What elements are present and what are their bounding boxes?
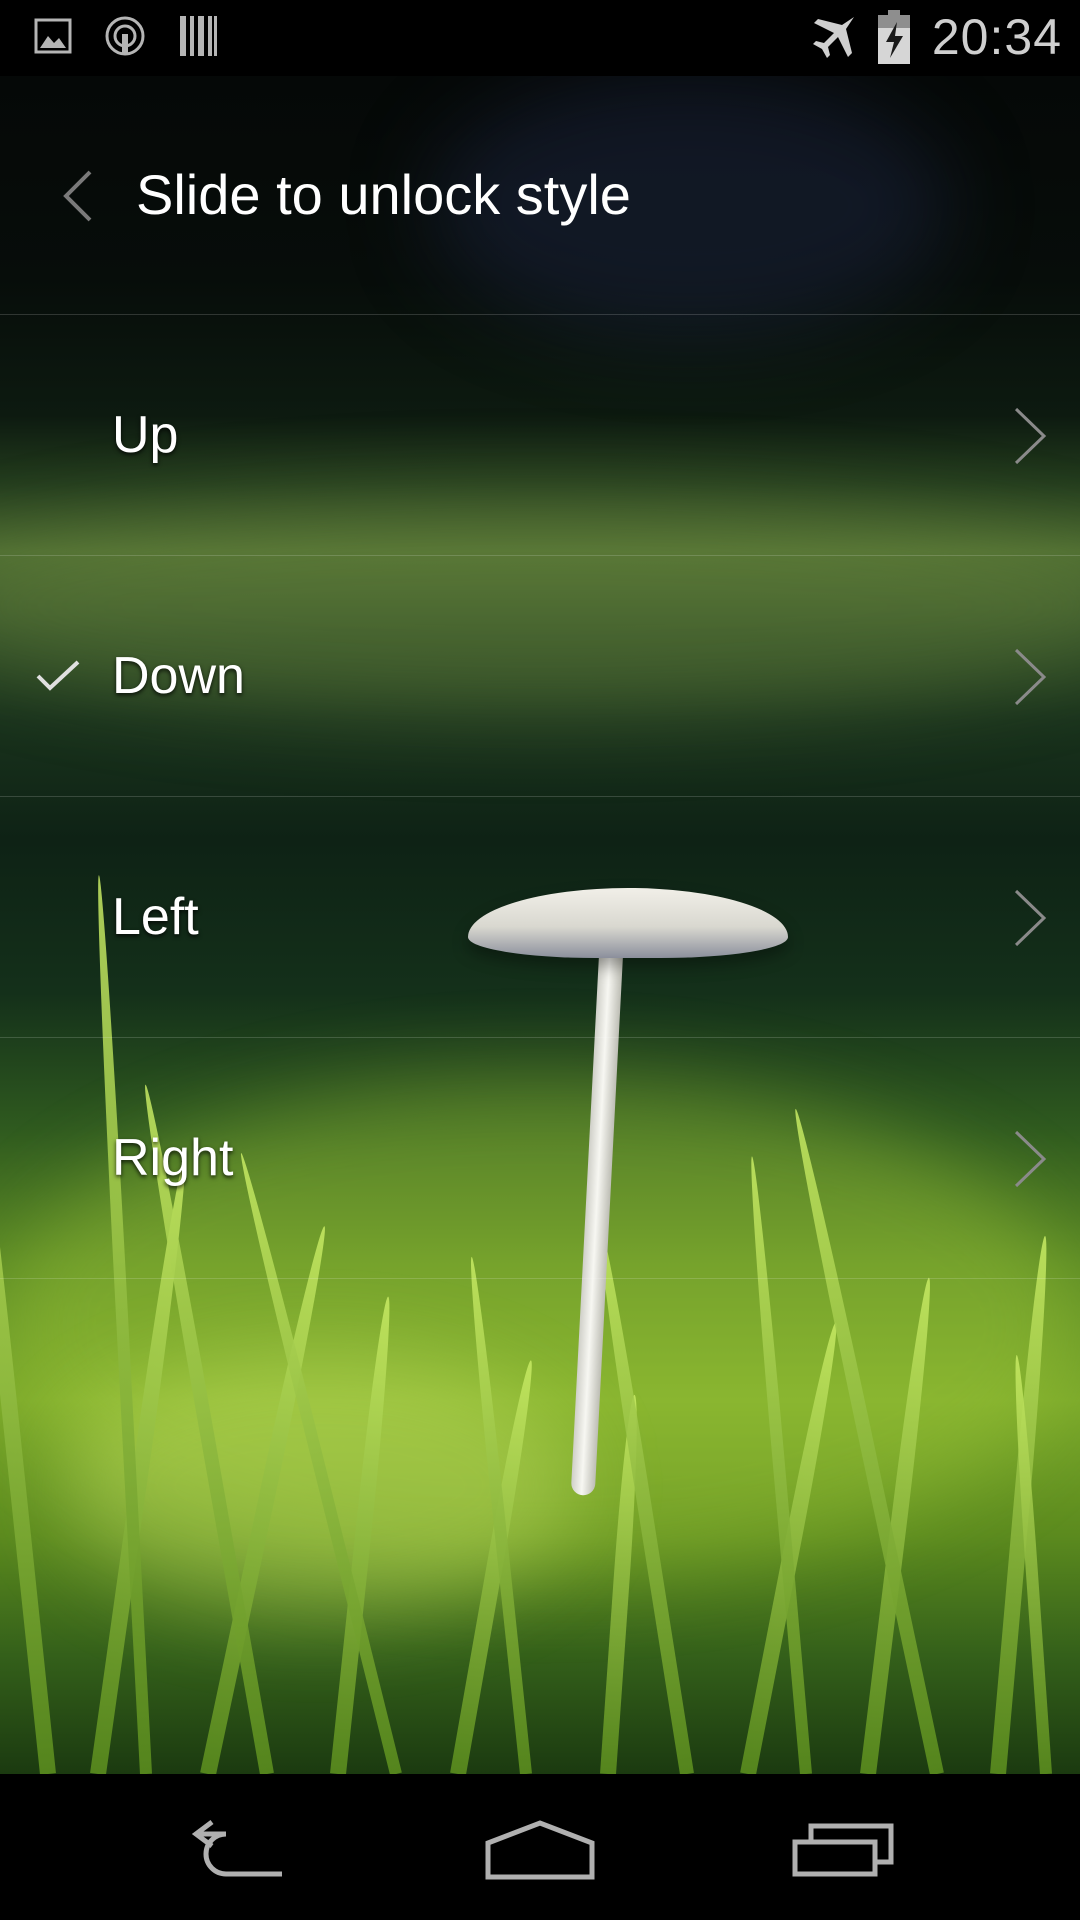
list-item-label: Right bbox=[112, 1129, 234, 1187]
battery-charging-icon bbox=[877, 10, 910, 64]
chevron-right-icon bbox=[1010, 646, 1050, 708]
gallery-icon bbox=[34, 17, 72, 55]
navigation-bar bbox=[0, 1774, 1080, 1920]
checkmark-icon bbox=[34, 656, 82, 696]
list-item-label: Down bbox=[112, 647, 245, 705]
recents-icon[interactable] bbox=[778, 1810, 908, 1890]
chevron-right-icon bbox=[1010, 887, 1050, 949]
up-navigation-back-icon[interactable] bbox=[60, 168, 96, 224]
chevron-right-icon bbox=[1010, 1128, 1050, 1190]
system-icons: 20:34 bbox=[808, 8, 1062, 66]
notification-icons bbox=[34, 14, 218, 58]
list-item-label: Up bbox=[112, 406, 179, 464]
unlock-style-list: Up Down Left Right bbox=[0, 314, 1080, 1279]
barcode-icon bbox=[178, 14, 218, 58]
status-bar: 20:34 bbox=[0, 0, 1080, 76]
list-item-right[interactable]: Right bbox=[0, 1037, 1080, 1279]
chevron-right-icon bbox=[1010, 405, 1050, 467]
clock-time: 20:34 bbox=[931, 9, 1062, 65]
list-item-left[interactable]: Left bbox=[0, 796, 1080, 1037]
page-title: Slide to unlock style bbox=[136, 163, 631, 226]
screen: 20:34 Slide to unlock style Up Down Left… bbox=[0, 0, 1080, 1920]
airplane-mode-icon bbox=[808, 13, 856, 61]
list-item-up[interactable]: Up bbox=[0, 314, 1080, 555]
hotspot-icon bbox=[104, 15, 146, 57]
back-icon[interactable] bbox=[176, 1810, 306, 1890]
list-item-label: Left bbox=[112, 888, 199, 946]
list-item-down[interactable]: Down bbox=[0, 555, 1080, 796]
action-bar: Slide to unlock style bbox=[0, 76, 1080, 314]
home-icon[interactable] bbox=[475, 1810, 605, 1890]
